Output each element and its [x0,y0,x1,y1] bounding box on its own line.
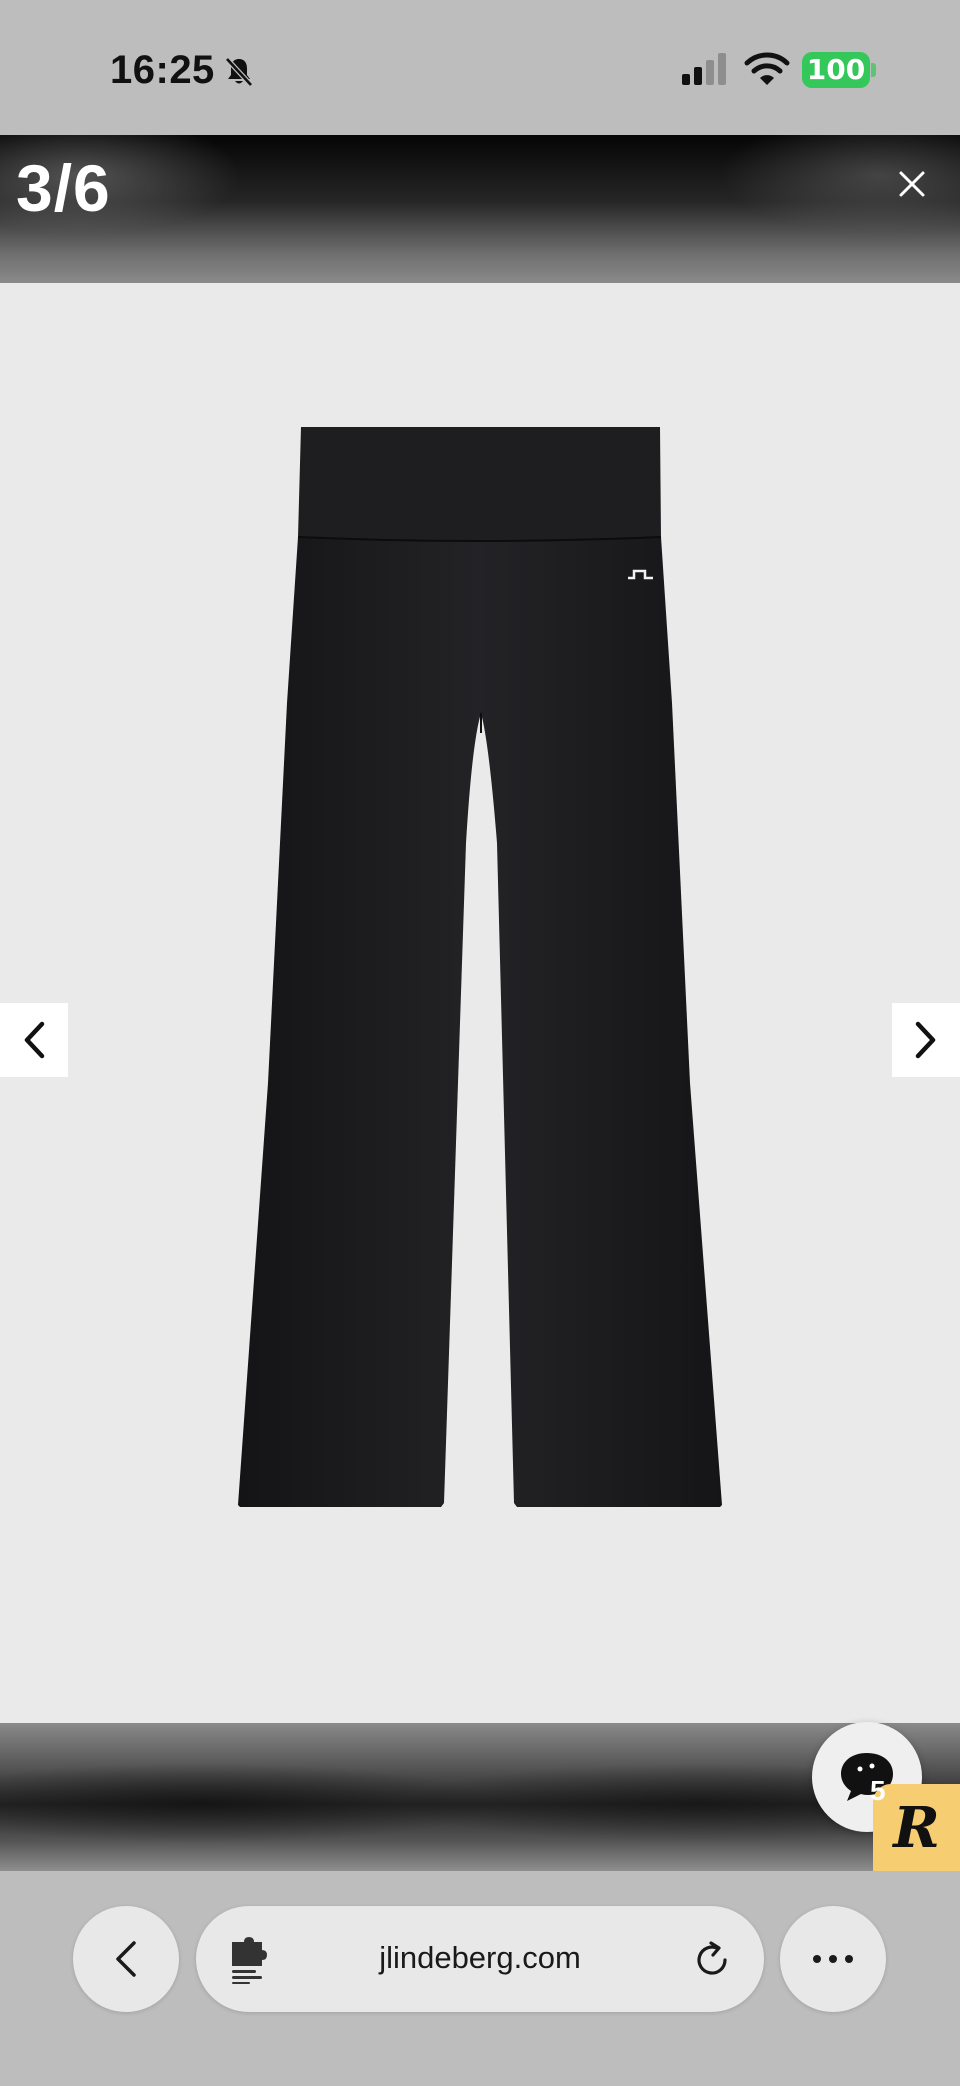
browser-more-button[interactable] [780,1906,886,2012]
rewards-badge-letter: R [893,1794,940,1861]
previous-image-button[interactable] [0,1003,68,1077]
back-icon [116,1941,136,1977]
image-counter: 3/6 [16,151,111,225]
address-bar[interactable]: jlindeberg.com [196,1906,764,2012]
rewards-badge-button[interactable]: R [873,1784,960,1871]
more-icon [813,1955,853,1963]
chevron-right-icon [915,1021,936,1059]
gallery-stage[interactable] [0,283,960,1723]
bell-slash-icon [225,57,253,87]
close-icon [899,171,925,197]
cellular-signal-icon [682,53,726,85]
gallery-header [0,135,960,283]
wifi-icon [744,52,790,85]
chevron-left-icon [24,1021,45,1059]
browser-back-button[interactable] [73,1906,179,2012]
reload-icon[interactable] [692,1940,732,1980]
url-text: jlindeberg.com [379,1940,581,1975]
status-time: 16:25 [110,48,215,92]
next-image-button[interactable] [892,1003,960,1077]
status-bar: 16:25 100 [0,0,960,135]
battery-icon: 100 [802,52,870,88]
chat-unread-count: 5 [870,1775,886,1806]
battery-tip [871,63,876,77]
product-image [238,427,722,1507]
close-button[interactable] [890,162,934,206]
